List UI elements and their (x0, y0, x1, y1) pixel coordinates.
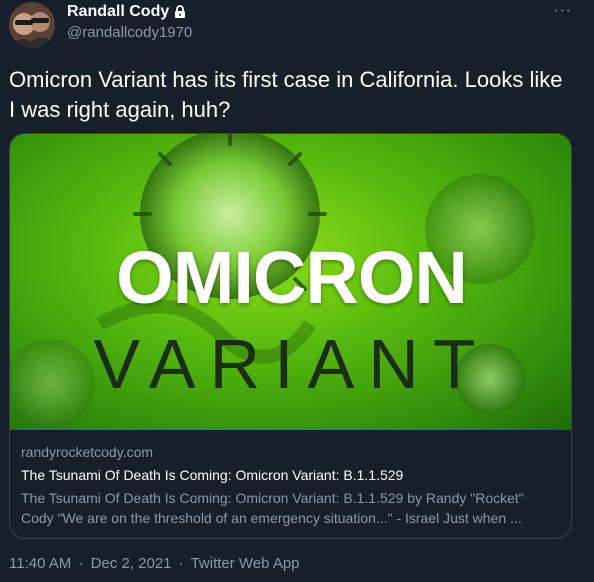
tweet-text: Omicron Variant has its first case in Ca… (9, 67, 563, 122)
author-handle[interactable]: @randallcody1970 (67, 24, 192, 41)
card-image-title: OMICRON (116, 236, 468, 319)
author-name-text[interactable]: Randall Cody (67, 3, 169, 21)
link-card[interactable]: OMICRON VARIANT randyrocketcody.com The … (9, 133, 572, 539)
card-description: The Tsunami Of Death Is Coming: Omicron … (21, 488, 562, 528)
more-options-button[interactable]: ··· (553, 2, 572, 20)
card-image[interactable]: OMICRON VARIANT (10, 134, 571, 430)
tweet-source[interactable]: Twitter Web App (191, 555, 300, 572)
tweet-time[interactable]: 11:40 AM (9, 555, 71, 572)
tweet-date[interactable]: Dec 2, 2021 (91, 555, 172, 572)
card-image-subtitle: VARIANT (93, 325, 490, 403)
author-name[interactable]: Randall Cody (67, 3, 187, 21)
card-domain: randyrocketcody.com (21, 444, 154, 460)
lock-icon (173, 5, 187, 19)
avatar[interactable] (9, 2, 55, 48)
card-meta[interactable]: randyrocketcody.com The Tsunami Of Death… (10, 430, 571, 538)
card-description-line: Cody "We are on the threshold of an emer… (21, 510, 522, 526)
separator: · (78, 555, 84, 572)
card-title: The Tsunami Of Death Is Coming: Omicron … (21, 467, 404, 483)
separator: · (178, 555, 184, 572)
card-description-line: The Tsunami Of Death Is Coming: Omicron … (21, 490, 524, 506)
tweet-footer: 11:40 AM · Dec 2, 2021 · Twitter Web App (9, 555, 300, 572)
